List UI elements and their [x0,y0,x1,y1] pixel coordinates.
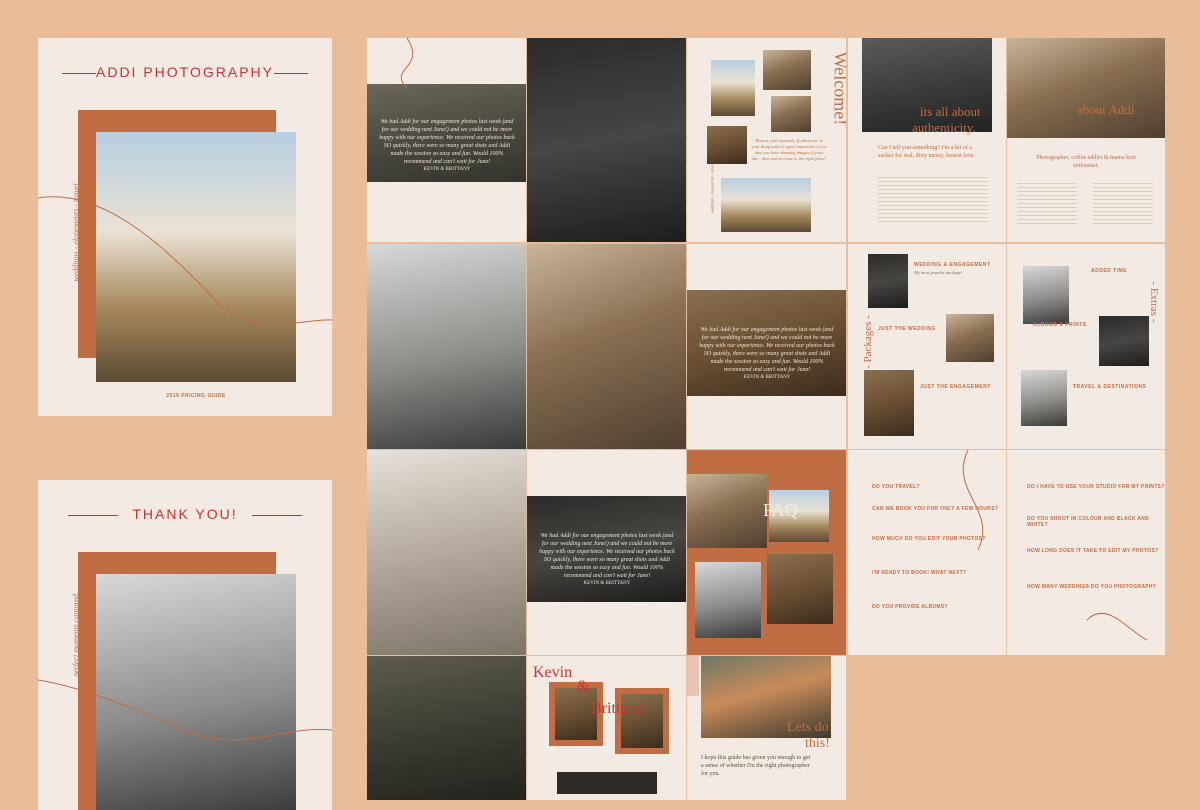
authenticity-lead: Can I tell you something? I'm a bit of a… [878,145,976,159]
couple-amp: & [577,678,590,695]
package-title-1: WEDDING & ENGAGEMENT [914,262,991,268]
cover-couple-photo [96,132,296,382]
cover-title: ADDI PHOTOGRAPHY [96,64,274,80]
right-bottom-shadow [848,656,1165,800]
packages-photo-1 [868,254,908,308]
authenticity-body-lines [878,174,988,224]
thanks-couple-photo [96,574,296,810]
authenticity-heading-2: authenticity. [912,120,976,135]
testimonial-author: KEVIN & BRITTANY [423,167,471,172]
couple-name-2: Brittany [591,700,644,717]
faq-question-4: I'M READY TO BOOK! WHAT NEXT? [872,570,967,576]
extras-page: - Extras - ADDED TIME ALBUMS & PRINTS TR… [1007,244,1165,449]
thanks-title: THANK YOU! [132,506,238,522]
testimonial-quote-3: We had Addi for our engagement photos la… [539,533,675,579]
couple-name-1: Kevin [533,664,573,681]
extras-vertical-title: - Extras - [1148,281,1160,323]
about-body-lines [1017,180,1077,226]
faq-question-1: DO YOU TRAVEL? [872,484,920,490]
packages-page: - Packages - WEDDING & ENGAGEMENT My mos… [848,244,1006,449]
faq-question-3: HOW MUCH DO YOU EDIT YOUR PHOTOS? [872,536,986,542]
closing-body: I hope this guide has given you enough t… [701,755,811,777]
faq-photo-3 [695,562,761,638]
desert-photo [367,450,526,655]
thank-you-page: THANK YOU! perfect moments captured. [38,480,332,810]
beach-photo [367,244,526,449]
about-page: about Addi Photographer, coffee addict &… [1007,38,1165,242]
welcome-heading: Welcome! [830,51,847,126]
faq-right-page: DO I HAVE TO USE YOUR STUDIO FOR MY PRIN… [1007,450,1165,655]
faq-photo-1 [687,474,767,548]
cover-guide-label: 2019 PRICING GUIDE [166,393,226,399]
extras-photo-1 [1023,266,1069,324]
faq-photo-4 [767,554,833,624]
package-title-3: JUST THE ENGAGEMENT [920,384,991,390]
closing-heading-1: Lets do [787,720,829,735]
testimonial-quote: We had Addi for our engagement photos la… [379,119,515,165]
welcome-photo-3 [771,96,811,132]
faq-left-scribble [962,450,984,551]
testimonial-author-2: KEVIN & BRITTANY [743,375,791,380]
faq-question-8: HOW LONG DOES IT TAKE TO EDIT MY PHOTOS? [1027,548,1159,554]
testimonial-author-3: KEVIN & BRITTANY [583,581,631,586]
couple-page: Kevin & Brittany [527,656,686,800]
laughing-couple-photo [367,656,526,800]
welcome-photo-2 [763,50,811,90]
couple-text-block [557,772,657,794]
closing-heading-2: this! [805,736,830,751]
package-subtitle-1: My most popular package! [914,270,963,275]
spread-r2c3: We had Addi for our engagement photos la… [687,244,846,449]
about-lead: Photographer, coffee addict & mama kort … [1036,155,1136,169]
closing-page: Lets do this! I hope this guide has give… [687,656,846,800]
faq-photo-page: FAQ [687,450,846,655]
piggyback-photo [527,244,686,449]
faq-question-7: DO YOU SHOOT IN COLOUR AND BLACK AND WHI… [1027,516,1150,528]
welcome-body: Honest, real moments. If adventure is yo… [751,138,827,161]
packages-photo-3 [864,370,914,436]
packages-photo-2 [946,314,994,362]
faq-question-5: DO YOU PROVIDE ALBUMS? [872,604,948,610]
faq-question-9: HOW MANY WEDDINGS DO YOU PHOTOGRAPH? [1027,584,1157,590]
thanks-vertical-tagline: perfect moments captured. [71,592,81,677]
closing-pink-block [687,656,699,696]
welcome-photo-5 [721,178,811,232]
thanks-rule-right [252,515,302,516]
testimonial-quote-2: We had Addi for our engagement photos la… [699,327,835,373]
about-body-lines-2 [1093,180,1153,226]
extras-title-3: TRAVEL & DESTINATIONS [1073,384,1147,390]
extras-photo-2 [1099,316,1149,366]
cover-vertical-tagline: weddings - elopements - travel [71,183,81,282]
about-heading: about Addi [1077,102,1135,117]
extras-title-2: ALBUMS & PRINTS [1033,322,1087,328]
cover-title-rule-right [274,73,308,74]
authenticity-page: its all about authenticity. Can I tell y… [848,38,1006,242]
spread-r1c1: We had Addi for our engagement photos la… [367,38,526,242]
cover-page: ADDI PHOTOGRAPHY weddings - elopements -… [38,38,332,416]
faq-question-2: CAN WE BOOK YOU FOR ONLY A FEW HOURS? [872,506,999,512]
about-photo [1007,38,1165,138]
spread-r3c2: We had Addi for our engagement photos la… [527,450,686,655]
faq-left-page: DO YOU TRAVEL? CAN WE BOOK YOU FOR ONLY … [848,450,1006,655]
authenticity-heading-1: its all about [920,104,981,119]
welcome-vertical-tagline: weddings - elopements - travel [709,163,715,214]
faq-question-6: DO I HAVE TO USE YOUR STUDIO FOR MY PRIN… [1027,484,1165,490]
forest-wedding-photo [527,38,686,242]
faq-heading: FAQ [763,500,798,520]
package-title-2: JUST THE WEDDING [878,326,936,332]
welcome-photo-1 [711,60,755,116]
welcome-page: Welcome! Honest, real moments. If advent… [687,38,846,242]
extras-photo-3 [1021,370,1067,426]
extras-title-1: ADDED TIME [1091,268,1128,274]
